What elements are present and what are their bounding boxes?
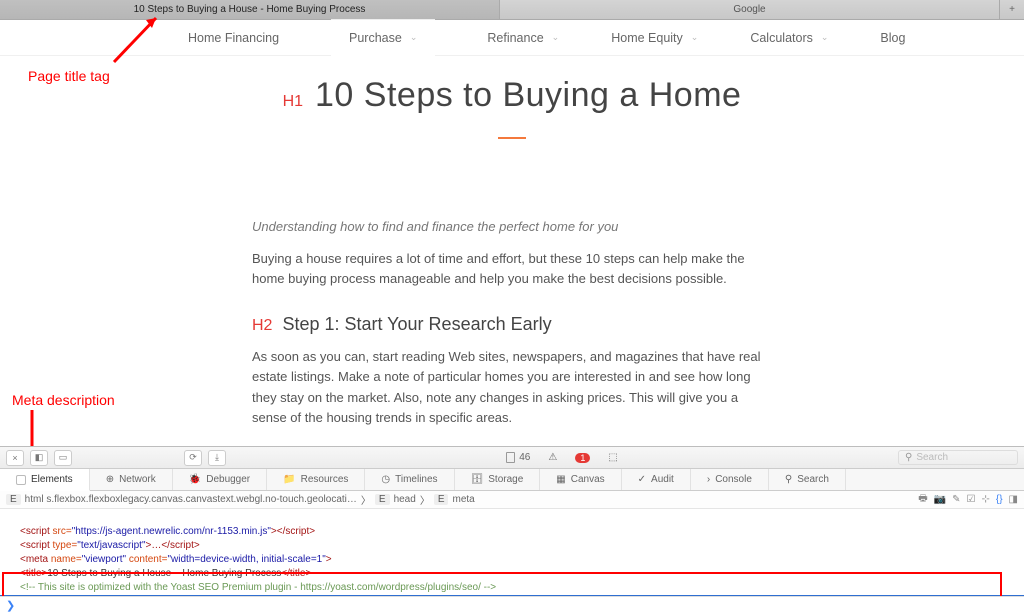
download-button[interactable]: ⤓	[208, 450, 226, 466]
article: H1 10 Steps to Buying a Home Understandi…	[0, 56, 1024, 478]
chevron-down-icon: ⌄	[552, 32, 560, 43]
devtools-toolbar: × ◧ ▭ ⟳ ⤓ 46 ⚠ 1 ⬚ ⚲ Search	[0, 447, 1024, 469]
print-icon[interactable]: 🖶	[918, 491, 927, 508]
new-tab-button[interactable]: +	[1000, 0, 1024, 19]
devtools-tab-canvas[interactable]: ▦ Canvas	[540, 469, 621, 490]
devtools-search[interactable]: ⚲ Search	[898, 450, 1018, 465]
crumb-meta[interactable]: E	[434, 494, 449, 505]
error-count: 1	[575, 452, 590, 463]
devtools-console-prompt[interactable]: ❯	[0, 596, 1024, 614]
devtools-tab-timelines[interactable]: ◷ Timelines	[365, 469, 454, 490]
brush-icon[interactable]: ✎	[952, 494, 960, 505]
h2-annotation: H2	[252, 314, 272, 339]
close-devtools-button[interactable]: ×	[6, 450, 24, 466]
src-line: <script src="https://js-agent.newrelic.c…	[20, 526, 315, 537]
camera-icon[interactable]: 📷	[934, 494, 946, 505]
devtools-source[interactable]: <script src="https://js-agent.newrelic.c…	[0, 509, 1024, 596]
nav-home-equity[interactable]: Home Equity⌄	[611, 31, 698, 45]
devtools-tab-search[interactable]: ⚲ Search	[769, 469, 846, 490]
nav-blog[interactable]: Blog	[880, 31, 905, 45]
devtools-tab-elements[interactable]: Elements	[0, 469, 90, 491]
devtools-right-icons: 🖶 📷 ✎ ☑ ⊹ {} ◨	[918, 491, 1018, 508]
chevron-down-icon: ⌄	[691, 32, 699, 43]
crosshair-icon[interactable]: ⊹	[981, 494, 989, 505]
src-line: <meta name="viewport" content="width=dev…	[20, 554, 332, 565]
braces-icon[interactable]: {}	[996, 494, 1003, 505]
doc-count: 46	[506, 452, 530, 463]
article-content: Understanding how to find and finance th…	[252, 217, 772, 478]
tab-title: 10 Steps to Buying a House - Home Buying…	[134, 4, 366, 15]
checkbox-icon[interactable]: ☑	[967, 494, 976, 505]
devtools-tab-audit[interactable]: ✓ Audit	[622, 469, 691, 490]
dock-button[interactable]: ▭	[54, 450, 72, 466]
reload-button[interactable]: ⟳	[184, 450, 202, 466]
crumb-html[interactable]: E	[6, 494, 21, 505]
src-line-selected: <meta name="description" content="The st…	[0, 595, 1024, 596]
heading-rule	[498, 137, 526, 139]
crumb-head[interactable]: E	[375, 494, 390, 505]
nav-refinance[interactable]: Refinance⌄	[487, 31, 559, 45]
warning-count: ⚠	[548, 452, 557, 463]
devtools-tab-resources[interactable]: 📁 Resources	[267, 469, 365, 490]
step1-paragraph: As soon as you can, start reading Web si…	[252, 347, 772, 428]
devtools-breadcrumb[interactable]: E html s.flexbox.flexboxlegacy.canvas.ca…	[0, 491, 1024, 509]
nav-calculators[interactable]: Calculators⌄	[750, 31, 828, 45]
src-line: <!-- This site is optimized with the Yoa…	[20, 582, 496, 593]
tab-title: Google	[733, 4, 765, 15]
h1-annotation: H1	[283, 93, 303, 111]
chevron-down-icon: ⌄	[410, 32, 418, 43]
src-line: <title>10 Steps to Buying a House – Home…	[20, 568, 311, 579]
intro-tagline: Understanding how to find and finance th…	[252, 217, 772, 237]
browser-tab-active[interactable]: 10 Steps to Buying a House - Home Buying…	[0, 0, 500, 19]
log-count: ⬚	[608, 452, 617, 463]
src-line: <script type="text/javascript">…</script…	[20, 540, 200, 551]
browser-tab[interactable]: Google	[500, 0, 1000, 19]
panel-icon[interactable]: ◨	[1009, 494, 1018, 505]
devtools-tab-network[interactable]: ⊕ Network	[90, 469, 173, 490]
nav-purchase[interactable]: Purchase⌄	[331, 20, 435, 56]
step1-heading: Step 1: Start Your Research Early	[282, 311, 551, 339]
devtools: × ◧ ▭ ⟳ ⤓ 46 ⚠ 1 ⬚ ⚲ Search Elements ⊕ N…	[0, 446, 1024, 614]
chevron-down-icon: ⌄	[821, 32, 829, 43]
devtools-tab-debugger[interactable]: 🐞 Debugger	[173, 469, 267, 490]
intro-paragraph: Buying a house requires a lot of time an…	[252, 249, 772, 289]
devtools-tabs: Elements ⊕ Network 🐞 Debugger 📁 Resource…	[0, 469, 1024, 491]
devtools-tab-console[interactable]: › Console	[691, 469, 769, 490]
devtools-tab-storage[interactable]: 🗄 Storage	[455, 469, 541, 490]
dock-side-button[interactable]: ◧	[30, 450, 48, 466]
page-heading: 10 Steps to Buying a Home	[315, 76, 741, 115]
nav-home-financing[interactable]: Home Financing	[188, 31, 279, 45]
